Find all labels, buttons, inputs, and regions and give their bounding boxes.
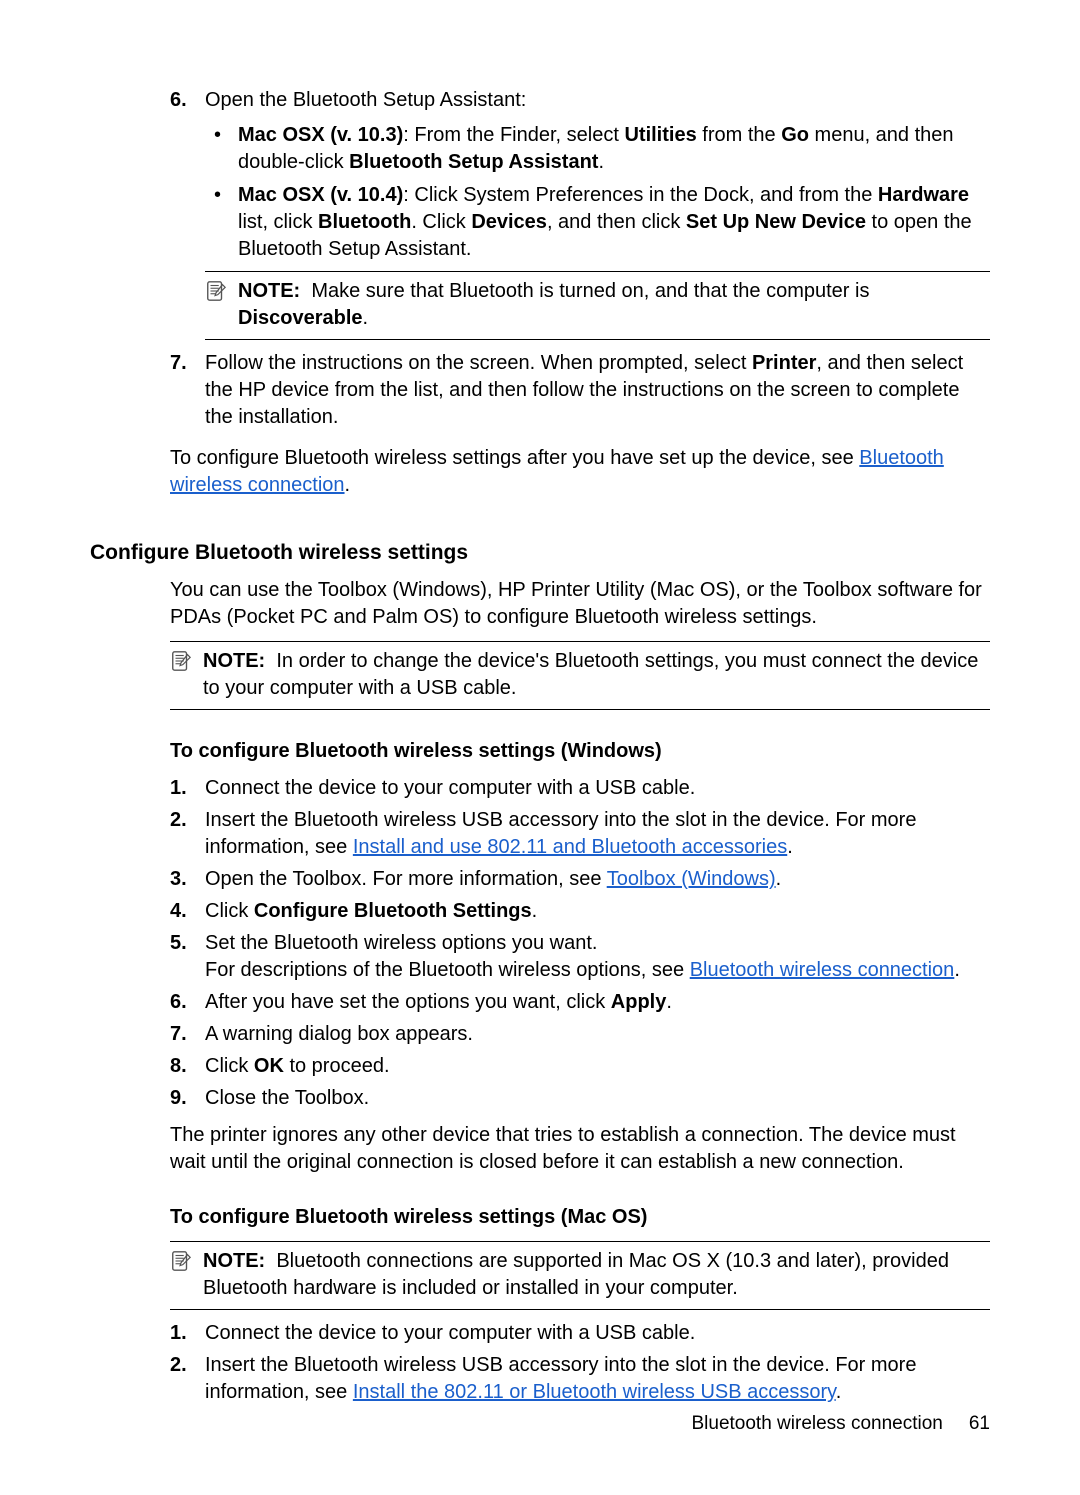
link-toolbox-windows[interactable]: Toolbox (Windows) <box>607 868 776 890</box>
note-box: NOTE: Bluetooth connections are supporte… <box>170 1241 990 1310</box>
step-number: 7. <box>170 350 187 377</box>
mac-step-2: 2.Insert the Bluetooth wireless USB acce… <box>90 1352 990 1406</box>
windows-steps: 1.Connect the device to your computer wi… <box>90 775 990 1112</box>
win-step-8: 8.Click OK to proceed. <box>90 1053 990 1080</box>
note-icon <box>170 1250 192 1280</box>
win-step-7: 7.A warning dialog box appears. <box>90 1021 990 1048</box>
heading-configure-bluetooth: Configure Bluetooth wireless settings <box>90 539 990 567</box>
bold-label: Mac OSX (v. 10.3) <box>238 124 403 146</box>
page-footer: Bluetooth wireless connection 61 <box>691 1411 990 1437</box>
bold-label: Mac OSX (v. 10.4) <box>238 184 403 206</box>
step-number: 6. <box>170 87 187 114</box>
mac-note-wrapper: NOTE: Bluetooth connections are supporte… <box>170 1241 990 1310</box>
step-6-bullets: Mac OSX (v. 10.3): From the Finder, sele… <box>205 122 990 263</box>
section-intro: You can use the Toolbox (Windows), HP Pr… <box>170 577 990 710</box>
note-label: NOTE: <box>203 650 265 672</box>
bullet-mac-10-4: Mac OSX (v. 10.4): Click System Preferen… <box>205 182 990 263</box>
link-install-accessories[interactable]: Install and use 802.11 and Bluetooth acc… <box>353 836 787 858</box>
note-icon <box>170 650 192 680</box>
mac-step-1: 1.Connect the device to your computer wi… <box>90 1320 990 1347</box>
step-text: Open the Bluetooth Setup Assistant: <box>205 89 526 111</box>
document-page: 6. Open the Bluetooth Setup Assistant: M… <box>0 0 1080 1495</box>
note-box: NOTE: In order to change the device's Bl… <box>170 641 990 710</box>
heading-mac-steps: To configure Bluetooth wireless settings… <box>170 1204 990 1231</box>
link-install-usb-accessory[interactable]: Install the 802.11 or Bluetooth wireless… <box>353 1381 836 1403</box>
intro-paragraph: You can use the Toolbox (Windows), HP Pr… <box>170 577 990 631</box>
heading-windows-steps: To configure Bluetooth wireless settings… <box>170 738 990 765</box>
note-label: NOTE: <box>203 1250 265 1272</box>
win-step-9: 9.Close the Toolbox. <box>90 1085 990 1112</box>
note-icon <box>205 280 229 304</box>
windows-after-paragraph: The printer ignores any other device tha… <box>170 1122 990 1176</box>
page-number: 61 <box>969 1413 990 1434</box>
link-bluetooth-wireless-connection[interactable]: Bluetooth wireless connection <box>690 959 955 981</box>
paragraph-see-link: To configure Bluetooth wireless settings… <box>170 445 990 499</box>
step-7: 7. Follow the instructions on the screen… <box>90 350 990 431</box>
win-step-6: 6.After you have set the options you wan… <box>90 989 990 1016</box>
note-label: NOTE: <box>238 280 300 302</box>
mac-steps: 1.Connect the device to your computer wi… <box>90 1320 990 1406</box>
note-box: NOTE: Make sure that Bluetooth is turned… <box>205 271 990 340</box>
win-step-2: 2.Insert the Bluetooth wireless USB acce… <box>90 807 990 861</box>
continued-ordered-list: 6. Open the Bluetooth Setup Assistant: M… <box>90 87 990 431</box>
step-6: 6. Open the Bluetooth Setup Assistant: M… <box>90 87 990 340</box>
win-step-5: 5.Set the Bluetooth wireless options you… <box>90 930 990 984</box>
win-step-4: 4.Click Configure Bluetooth Settings. <box>90 898 990 925</box>
bullet-mac-10-3: Mac OSX (v. 10.3): From the Finder, sele… <box>205 122 990 176</box>
footer-section-title: Bluetooth wireless connection <box>691 1413 942 1434</box>
win-step-3: 3.Open the Toolbox. For more information… <box>90 866 990 893</box>
win-step-1: 1.Connect the device to your computer wi… <box>90 775 990 802</box>
